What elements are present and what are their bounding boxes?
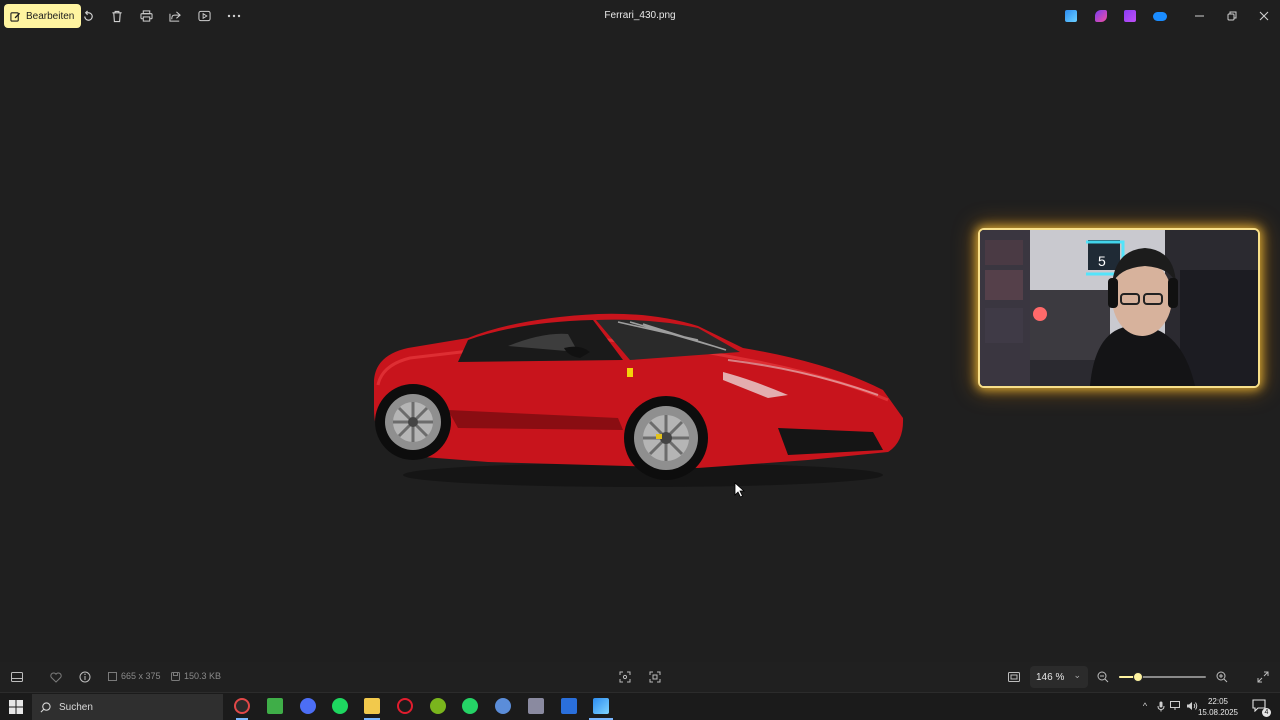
zoom-value: 146 % bbox=[1036, 671, 1065, 683]
zoom-slider[interactable] bbox=[1119, 672, 1206, 682]
delete-icon[interactable] bbox=[109, 8, 125, 24]
favorite-heart-icon[interactable] bbox=[49, 670, 63, 684]
file-explorer-icon[interactable] bbox=[364, 698, 380, 714]
ferrari-car-image bbox=[374, 313, 904, 487]
info-icon[interactable] bbox=[78, 670, 92, 684]
network-icon[interactable] bbox=[1170, 700, 1182, 712]
whatsapp-app-icon[interactable] bbox=[462, 698, 478, 714]
chevron-down-icon: ⌄ bbox=[1073, 670, 1081, 680]
dimensions-icon bbox=[108, 671, 117, 681]
svg-text:5: 5 bbox=[1098, 253, 1106, 269]
fit-to-window-icon[interactable] bbox=[1007, 670, 1021, 684]
search-icon bbox=[40, 701, 51, 712]
onedrive-icon[interactable] bbox=[1153, 12, 1167, 21]
clock-time: 22:05 bbox=[1207, 697, 1229, 706]
save-disk-icon bbox=[171, 671, 180, 681]
taskbar-search[interactable]: Suchen bbox=[32, 694, 223, 720]
minimize-button[interactable] bbox=[1192, 8, 1208, 24]
streamer-bot-app-icon[interactable] bbox=[430, 698, 446, 714]
zoom-out-icon[interactable] bbox=[1096, 670, 1110, 684]
more-icon[interactable] bbox=[226, 8, 242, 24]
slideshow-icon[interactable] bbox=[196, 8, 212, 24]
taskbar-clock[interactable]: 22:05 15.08.2025 bbox=[1196, 696, 1240, 718]
print-icon[interactable] bbox=[138, 8, 154, 24]
dimensions-text: 665 x 375 bbox=[121, 671, 161, 681]
edit-icon bbox=[10, 11, 21, 22]
clipchamp-icon[interactable] bbox=[1095, 10, 1107, 22]
dev-app-icon[interactable] bbox=[561, 698, 577, 714]
photos-viewer-app-icon[interactable] bbox=[593, 698, 609, 714]
image-dimensions: 665 x 375 bbox=[108, 671, 161, 681]
notification-badge: 4 bbox=[1262, 708, 1271, 717]
windows-start-icon[interactable] bbox=[8, 699, 24, 715]
file-size: 150.3 KB bbox=[171, 671, 221, 681]
taskbar: Suchen ^ 22:05 15.08.2025 4 bbox=[0, 692, 1280, 720]
restore-button[interactable] bbox=[1224, 8, 1240, 24]
title-bar: Bearbeiten Ferrari_430.png bbox=[0, 0, 1280, 32]
webcam-overlay: 5 bbox=[978, 228, 1260, 388]
fullscreen-icon[interactable] bbox=[1256, 670, 1270, 684]
minecraft-app-icon[interactable] bbox=[267, 698, 283, 714]
opera-app-icon[interactable] bbox=[397, 698, 413, 714]
webcam-feed-image: 5 bbox=[980, 230, 1258, 386]
file-name-title: Ferrari_430.png bbox=[604, 10, 676, 21]
edit-button-label: Bearbeiten bbox=[26, 10, 75, 22]
edit-button[interactable]: Bearbeiten bbox=[4, 4, 82, 28]
browser-app-icon[interactable] bbox=[495, 698, 511, 714]
rotate-icon[interactable] bbox=[80, 8, 96, 24]
crop-select-icon[interactable] bbox=[618, 670, 632, 684]
notification-center[interactable]: 4 bbox=[1252, 699, 1271, 717]
tray-overflow-icon[interactable]: ^ bbox=[1139, 700, 1151, 712]
close-button[interactable] bbox=[1256, 8, 1272, 24]
visual-search-icon[interactable] bbox=[648, 670, 662, 684]
filmstrip-icon[interactable] bbox=[10, 670, 24, 684]
file-size-text: 150.3 KB bbox=[184, 671, 222, 681]
zoom-slider-thumb[interactable] bbox=[1133, 672, 1144, 682]
designer-icon[interactable] bbox=[1065, 10, 1077, 22]
clock-date: 15.08.2025 bbox=[1197, 708, 1239, 717]
obs-app-icon[interactable] bbox=[234, 698, 250, 714]
share-icon[interactable] bbox=[167, 8, 183, 24]
microphone-icon[interactable] bbox=[1155, 700, 1167, 712]
clipchamp-video-icon[interactable] bbox=[1124, 10, 1136, 22]
discord-app-icon[interactable] bbox=[300, 698, 316, 714]
spotify-app-icon[interactable] bbox=[332, 698, 348, 714]
zoom-in-icon[interactable] bbox=[1215, 670, 1229, 684]
mouse-cursor-icon bbox=[734, 482, 746, 498]
search-placeholder: Suchen bbox=[59, 701, 93, 713]
photos-app-icon[interactable] bbox=[528, 698, 544, 714]
bottom-bar: 665 x 375 150.3 KB 146 % ⌄ bbox=[0, 662, 1280, 692]
zoom-dropdown[interactable]: 146 % ⌄ bbox=[1030, 666, 1088, 688]
